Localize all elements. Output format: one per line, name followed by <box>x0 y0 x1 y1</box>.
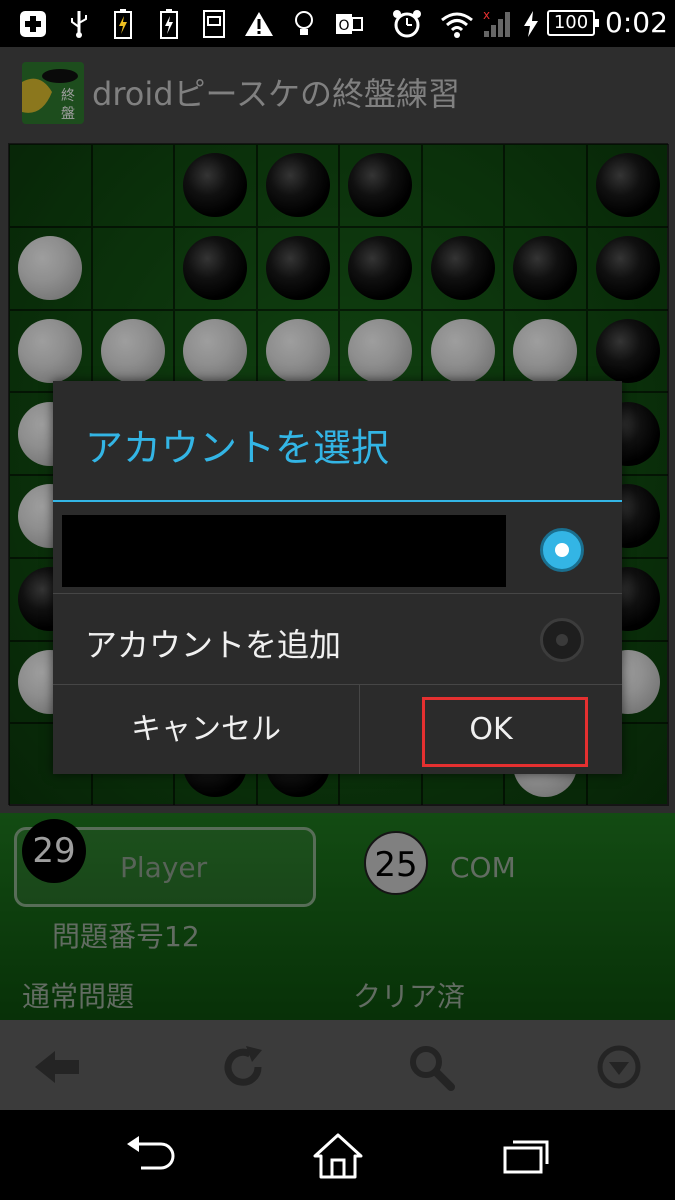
add-account-option[interactable]: アカウントを追加 <box>53 594 622 685</box>
clock: 0:02 <box>605 6 668 39</box>
dialog-title: アカウントを選択 <box>85 426 390 470</box>
status-bar: O x 100 0:02 <box>0 0 675 47</box>
back-icon[interactable] <box>122 1132 178 1180</box>
battery-charging-icon <box>158 8 180 40</box>
signal-icon: x <box>478 8 514 40</box>
svg-text:O: O <box>338 18 349 34</box>
cancel-button[interactable]: キャンセル <box>53 685 359 774</box>
battery-charging-icon <box>112 8 134 40</box>
bulb-icon <box>292 8 316 40</box>
outlook-icon: O <box>334 8 364 40</box>
home-icon[interactable] <box>310 1132 366 1180</box>
account-radio-selected[interactable] <box>540 528 584 572</box>
add-account-radio[interactable] <box>540 618 584 662</box>
system-nav-bar <box>0 1110 675 1200</box>
wifi-icon <box>440 8 474 40</box>
add-account-label: アカウントを追加 <box>85 626 342 664</box>
alarm-icon <box>390 8 424 40</box>
add-icon <box>18 8 48 40</box>
ok-button-highlight <box>422 697 588 767</box>
battery-level: 100 <box>547 10 599 36</box>
account-option[interactable] <box>53 502 622 594</box>
usb-icon <box>66 8 92 40</box>
account-name-redacted <box>62 515 506 587</box>
warning-icon <box>244 8 274 40</box>
recents-icon[interactable] <box>498 1132 554 1180</box>
charging-icon <box>520 8 542 40</box>
dialog-buttons: キャンセル OK <box>53 685 622 774</box>
svg-text:x: x <box>483 9 490 22</box>
screenshot-icon <box>200 8 228 40</box>
choose-account-dialog: アカウントを選択 アカウントを追加 キャンセル OK <box>53 381 622 774</box>
